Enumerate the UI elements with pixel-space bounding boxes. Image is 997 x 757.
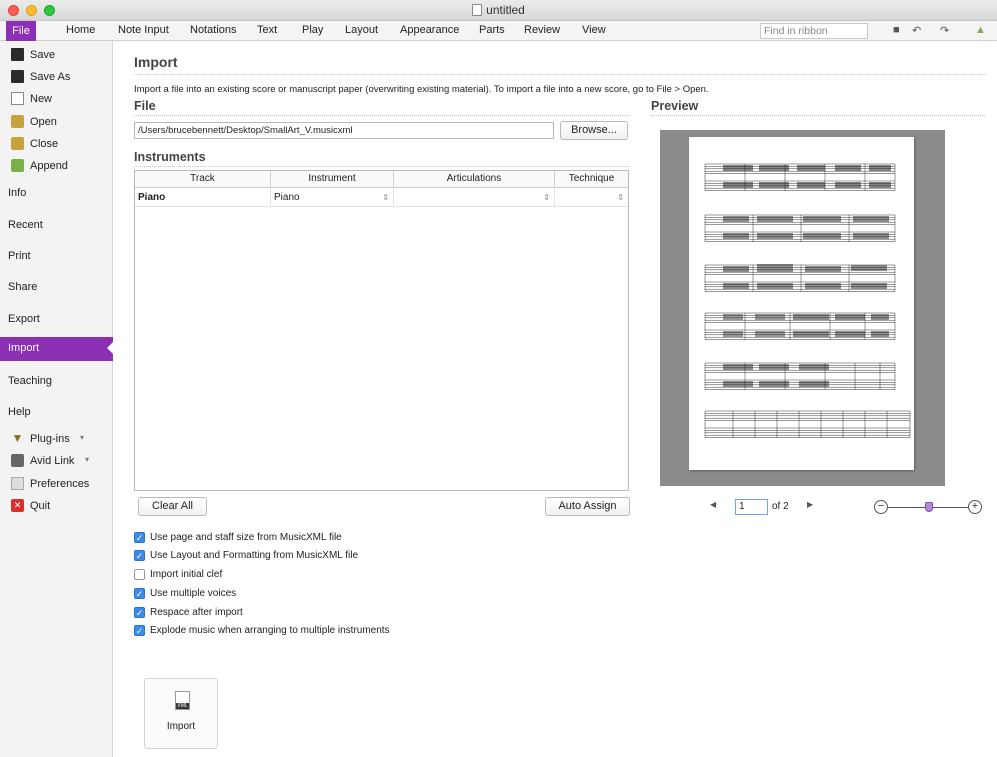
zoom-out-icon[interactable]: − <box>874 500 888 514</box>
auto-assign-button[interactable]: Auto Assign <box>545 497 630 516</box>
close-folder-icon <box>11 137 24 150</box>
ribbon-tab-bar: File Home Note Input Notations Text Play… <box>0 21 997 41</box>
preferences-icon <box>11 477 24 490</box>
file-path-input[interactable]: /Users/brucebennett/Desktop/SmallArt_V.m… <box>134 122 554 139</box>
tab-note-input[interactable]: Note Input <box>118 24 169 36</box>
tab-home[interactable]: Home <box>66 24 95 36</box>
checkbox[interactable]: ✓ <box>134 625 145 636</box>
sidebar-item-import[interactable]: Import <box>0 337 114 361</box>
tab-play[interactable]: Play <box>302 24 323 36</box>
checkbox[interactable]: ✓ <box>134 607 145 618</box>
sidebar-item-share[interactable]: Share <box>0 278 113 300</box>
import-button[interactable]: XML Import <box>144 678 218 749</box>
warning-icon[interactable]: ▲ <box>975 24 986 36</box>
sidebar-item-open[interactable]: Open <box>0 112 113 134</box>
sidebar-item-append[interactable]: Append <box>0 156 113 178</box>
save-icon <box>11 48 24 61</box>
plugins-icon: ▼ <box>11 431 24 445</box>
xml-tag: XML <box>176 703 189 709</box>
articulations-select[interactable]: ⇕ <box>394 189 555 207</box>
window-title: untitled <box>0 3 997 17</box>
sidebar-item-print[interactable]: Print <box>0 247 113 269</box>
sidebar-item-quit[interactable]: ✕ Quit <box>0 496 113 518</box>
quit-icon: ✕ <box>11 499 24 512</box>
sidebar-item-save-as[interactable]: Save As <box>0 67 113 89</box>
browse-button[interactable]: Browse... <box>560 121 628 140</box>
tab-appearance[interactable]: Appearance <box>400 24 459 36</box>
technique-select[interactable]: ⇕ <box>555 189 628 207</box>
page-title: Import <box>134 54 178 70</box>
import-description: Import a file into an existing score or … <box>134 84 709 95</box>
sidebar-item-new[interactable]: New <box>0 89 113 111</box>
chevron-down-icon: ▾ <box>80 433 85 442</box>
table-header: Track Instrument Articulations Technique <box>135 171 628 188</box>
instruments-heading: Instruments <box>134 150 206 164</box>
tab-text[interactable]: Text <box>257 24 277 36</box>
tab-view[interactable]: View <box>582 24 606 36</box>
sidebar-item-teaching[interactable]: Teaching <box>0 372 113 394</box>
save-as-icon <box>11 70 24 83</box>
instrument-select[interactable]: Piano ⇕ <box>271 189 394 207</box>
checkbox[interactable]: ✓ <box>134 532 145 543</box>
next-page-icon[interactable]: ▶ <box>807 500 813 509</box>
preview-pane <box>660 130 945 486</box>
sidebar-item-info[interactable]: Info <box>0 184 113 206</box>
page-count: of 2 <box>772 501 789 512</box>
title-bar: untitled <box>0 0 997 21</box>
column-technique[interactable]: Technique <box>555 171 628 188</box>
zoom-slider-thumb[interactable] <box>925 502 933 512</box>
tab-layout[interactable]: Layout <box>345 24 378 36</box>
redo-icon[interactable]: ↷ <box>940 24 949 37</box>
sidebar-item-save[interactable]: Save <box>0 45 113 67</box>
preview-heading: Preview <box>651 99 699 113</box>
undo-icon[interactable]: ↶ <box>912 24 921 37</box>
column-instrument[interactable]: Instrument <box>271 171 394 188</box>
sidebar-item-preferences[interactable]: Preferences <box>0 474 113 496</box>
tab-notations[interactable]: Notations <box>190 24 236 36</box>
instruments-divider <box>134 166 629 167</box>
track-cell: Piano <box>135 189 271 207</box>
new-icon <box>11 92 24 105</box>
zoom-in-icon[interactable]: + <box>968 500 982 514</box>
sidebar-item-help[interactable]: Help <box>0 403 113 425</box>
file-divider <box>134 115 629 116</box>
document-icon <box>472 4 483 16</box>
sidebar-item-close[interactable]: Close <box>0 134 113 156</box>
tab-file[interactable]: File <box>6 21 36 41</box>
checkbox[interactable]: ✓ <box>134 588 145 599</box>
score-page-preview <box>689 137 914 470</box>
stepper-icon: ⇕ <box>543 193 550 202</box>
tab-review[interactable]: Review <box>524 24 560 36</box>
xml-file-icon: XML <box>175 691 190 710</box>
previous-page-icon[interactable]: ◀ <box>710 500 716 509</box>
stepper-icon: ⇕ <box>382 193 389 202</box>
page-number-input[interactable]: 1 <box>735 499 768 515</box>
tab-parts[interactable]: Parts <box>479 24 505 36</box>
find-in-ribbon-input[interactable]: Find in ribbon <box>760 23 868 39</box>
save-icon[interactable]: ■ <box>893 24 900 36</box>
sidebar-item-avid-link[interactable]: Avid Link ▾ <box>0 451 113 473</box>
title-divider <box>134 74 985 75</box>
column-track[interactable]: Track <box>135 171 271 188</box>
table-row[interactable]: Piano Piano ⇕ ⇕ ⇕ <box>135 189 628 207</box>
checkbox[interactable]: ✓ <box>134 550 145 561</box>
column-articulations[interactable]: Articulations <box>394 171 555 188</box>
file-sidebar: Save Save As New Open Close Append Info … <box>0 41 114 757</box>
checkbox[interactable] <box>134 569 145 580</box>
score-thumbnail <box>704 163 911 438</box>
avid-link-icon <box>11 454 24 467</box>
preview-divider <box>651 115 985 116</box>
instruments-table: Track Instrument Articulations Technique… <box>134 170 629 491</box>
chevron-down-icon: ▾ <box>85 455 90 464</box>
sidebar-item-recent[interactable]: Recent <box>0 216 113 238</box>
append-icon <box>11 159 24 172</box>
clear-all-button[interactable]: Clear All <box>138 497 207 516</box>
open-icon <box>11 115 24 128</box>
file-heading: File <box>134 99 156 113</box>
sidebar-item-export[interactable]: Export <box>0 310 113 332</box>
stepper-icon: ⇕ <box>617 193 624 202</box>
sidebar-item-plug-ins[interactable]: ▼ Plug-ins ▾ <box>0 429 113 451</box>
